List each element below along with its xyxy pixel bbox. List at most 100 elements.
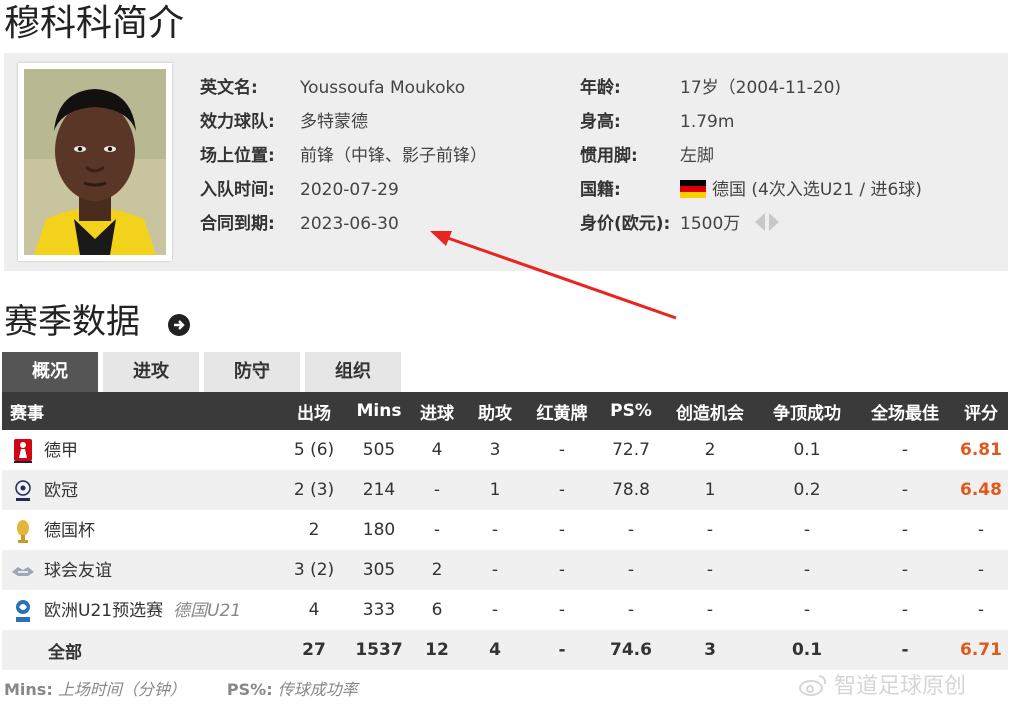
table-row: 欧洲U21预选赛 德国U21 4 333 6 - - - - - - - [2, 590, 1008, 630]
rating-cell: - [954, 590, 1008, 630]
apps-cell: 2 [278, 510, 350, 550]
info-value: 1.79m [680, 112, 735, 132]
germany-flag-icon [680, 180, 706, 198]
season-stats-table: 赛事 出场 Mins 进球 助攻 红黄牌 PS% 创造机会 争顶成功 全场最佳 … [2, 392, 1008, 670]
page-title: 穆科科简介 [4, 3, 185, 44]
table-total-row: 全部 27 1537 12 4 - 74.6 3 0.1 - 6.71 [2, 630, 1008, 670]
motm-cell: - [856, 590, 954, 630]
table-row: 球会友谊 3 (2) 305 2 - - - - - - - [2, 550, 1008, 590]
col-header-aerials-won[interactable]: 争顶成功 [758, 392, 856, 430]
goals-cell: - [408, 470, 466, 510]
competition-cell: 欧洲U21预选赛 德国U21 [2, 590, 278, 630]
info-value: 2023-06-30 [300, 214, 399, 234]
aerials-cell: 0.1 [758, 630, 856, 670]
apps-cell: 5 (6) [278, 430, 350, 470]
motm-cell: - [856, 510, 954, 550]
team-note[interactable]: 德国U21 [173, 601, 241, 621]
info-label: 身价(欧元): [580, 214, 671, 234]
assists-cell: - [466, 510, 524, 550]
watermark: 智道足球原创 [798, 668, 966, 703]
cards-cell: - [524, 430, 600, 470]
competition-cell: 球会友谊 [2, 550, 278, 590]
competition-name[interactable]: 欧洲U21预选赛 [44, 601, 163, 621]
info-row-market-value: 身价(欧元): 1500万 [580, 211, 922, 245]
col-header-pass-success[interactable]: PS% [600, 392, 662, 430]
competition-name[interactable]: 球会友谊 [44, 561, 112, 581]
col-header-key-passes[interactable]: 创造机会 [662, 392, 758, 430]
apps-cell: 2 (3) [278, 470, 350, 510]
goals-cell: 6 [408, 590, 466, 630]
motm-cell: - [856, 550, 954, 590]
cards-cell: - [524, 470, 600, 510]
info-label: 年龄: [580, 78, 621, 98]
info-row-height: 身高: 1.79m [580, 109, 922, 143]
goals-cell: - [408, 510, 466, 550]
col-header-motm[interactable]: 全场最佳 [856, 392, 954, 430]
apps-cell: 27 [278, 630, 350, 670]
assists-cell: 4 [466, 630, 524, 670]
tab-overview[interactable]: 概况 [2, 352, 98, 392]
competition-name[interactable]: 德甲 [44, 441, 78, 461]
info-row-contract-expiry: 合同到期: 2023-06-30 [200, 211, 487, 245]
competition-name[interactable]: 欧冠 [44, 481, 78, 501]
competition-cell: 欧冠 [2, 470, 278, 510]
cards-cell: - [524, 590, 600, 630]
assists-cell: - [466, 550, 524, 590]
mins-cell: 180 [350, 510, 408, 550]
player-portrait-image [24, 69, 166, 255]
aerials-cell: - [758, 550, 856, 590]
cards-cell: - [524, 630, 600, 670]
weibo-icon [798, 673, 828, 703]
table-footnote: Mins: 上场时间（分钟） PS%: 传球成功率 [4, 676, 358, 700]
pass-success-cell: 72.7 [600, 430, 662, 470]
dfb-pokal-icon [10, 518, 36, 544]
value-trend-arrows-icon[interactable] [754, 212, 780, 240]
mins-cell: 333 [350, 590, 408, 630]
rating-cell: - [954, 510, 1008, 550]
cards-cell: - [524, 510, 600, 550]
info-label: 入队时间: [200, 180, 275, 200]
mins-cell: 305 [350, 550, 408, 590]
uefa-u21-icon [10, 598, 36, 624]
tab-attack[interactable]: 进攻 [103, 352, 199, 392]
col-header-mins[interactable]: Mins [350, 392, 408, 430]
pass-success-cell: - [600, 550, 662, 590]
col-header-apps[interactable]: 出场 [278, 392, 350, 430]
key-passes-cell: - [662, 510, 758, 550]
key-passes-cell: 1 [662, 470, 758, 510]
watermark-text: 智道足球原创 [834, 674, 967, 699]
arrow-right-circle-icon[interactable] [168, 314, 190, 336]
col-header-goals[interactable]: 进球 [408, 392, 466, 430]
col-header-competition[interactable]: 赛事 [2, 392, 278, 430]
col-header-cards[interactable]: 红黄牌 [524, 392, 600, 430]
info-label: 效力球队: [200, 112, 275, 132]
tab-organization[interactable]: 组织 [305, 352, 401, 392]
competition-cell: 德国杯 [2, 510, 278, 550]
bundesliga-icon [10, 438, 36, 464]
cards-cell: - [524, 550, 600, 590]
table-row: 德国杯 2 180 - - - - - - - - [2, 510, 1008, 550]
footnote-desc-mins: 上场时间（分钟） [57, 680, 186, 699]
info-row-club: 效力球队: 多特蒙德 [200, 109, 487, 143]
champions-league-icon [10, 478, 36, 504]
info-row-nationality: 国籍: 德国 (4次入选U21 / 进6球) [580, 177, 922, 211]
tab-defense[interactable]: 防守 [204, 352, 300, 392]
table-header-row: 赛事 出场 Mins 进球 助攻 红黄牌 PS% 创造机会 争顶成功 全场最佳 … [2, 392, 1008, 430]
rating-cell: - [954, 550, 1008, 590]
info-label: 英文名: [200, 78, 258, 98]
aerials-cell: - [758, 510, 856, 550]
aerials-cell: 0.1 [758, 430, 856, 470]
col-header-rating[interactable]: 评分 [954, 392, 1008, 430]
footnote-key-ps: PS%: [226, 680, 273, 699]
competition-name[interactable]: 德国杯 [44, 521, 95, 541]
rating-cell: 6.48 [954, 470, 1008, 510]
table-row: 德甲 5 (6) 505 4 3 - 72.7 2 0.1 - 6.81 [2, 430, 1008, 470]
table-row: 欧冠 2 (3) 214 - 1 - 78.8 1 0.2 - 6.48 [2, 470, 1008, 510]
goals-cell: 4 [408, 430, 466, 470]
key-passes-cell: 2 [662, 430, 758, 470]
info-label: 国籍: [580, 180, 621, 200]
footnote-desc-ps: 传球成功率 [277, 680, 358, 699]
col-header-assists[interactable]: 助攻 [466, 392, 524, 430]
season-data-title: 赛季数据 [4, 302, 140, 342]
info-row-position: 场上位置: 前锋（中锋、影子前锋） [200, 143, 487, 177]
